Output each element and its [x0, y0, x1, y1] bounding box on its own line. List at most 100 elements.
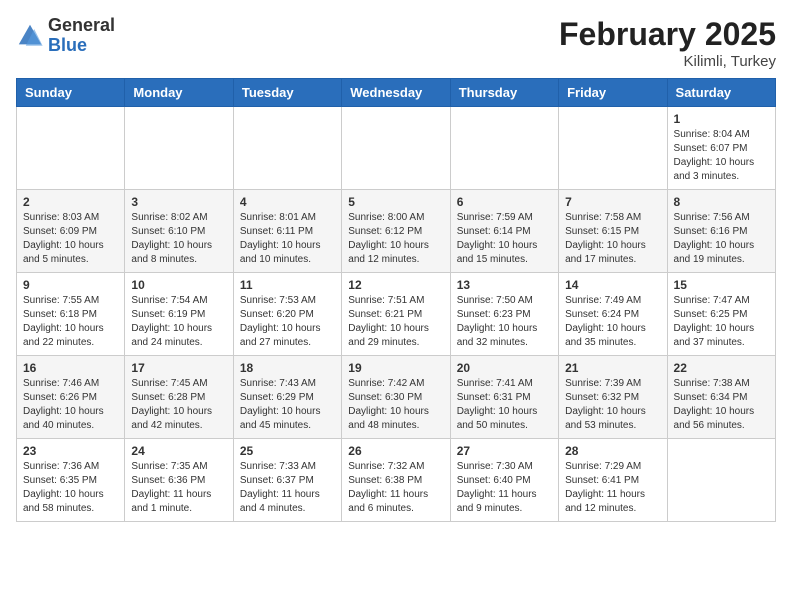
- weekday-header-thursday: Thursday: [450, 79, 558, 107]
- day-info: Sunrise: 8:03 AM Sunset: 6:09 PM Dayligh…: [23, 211, 118, 267]
- day-info: Sunrise: 8:01 AM Sunset: 6:11 PM Dayligh…: [240, 211, 335, 267]
- calendar-cell: [450, 107, 558, 190]
- day-info: Sunrise: 7:43 AM Sunset: 6:29 PM Dayligh…: [240, 377, 335, 433]
- day-info: Sunrise: 7:47 AM Sunset: 6:25 PM Dayligh…: [674, 294, 769, 350]
- day-info: Sunrise: 7:41 AM Sunset: 6:31 PM Dayligh…: [457, 377, 552, 433]
- day-info: Sunrise: 8:02 AM Sunset: 6:10 PM Dayligh…: [131, 211, 226, 267]
- calendar-cell: 18 Sunrise: 7:43 AM Sunset: 6:29 PM Dayli…: [233, 356, 341, 439]
- logo-general: General: [48, 15, 115, 35]
- calendar-table: SundayMondayTuesdayWednesdayThursdayFrid…: [16, 78, 776, 522]
- calendar-cell: 2 Sunrise: 8:03 AM Sunset: 6:09 PM Daylig…: [17, 190, 125, 273]
- day-number: 27: [457, 444, 552, 458]
- day-number: 20: [457, 361, 552, 375]
- day-info: Sunrise: 7:29 AM Sunset: 6:41 PM Dayligh…: [565, 460, 660, 516]
- calendar-cell: 15 Sunrise: 7:47 AM Sunset: 6:25 PM Dayli…: [667, 273, 775, 356]
- calendar-cell: 20 Sunrise: 7:41 AM Sunset: 6:31 PM Dayli…: [450, 356, 558, 439]
- day-info: Sunrise: 7:42 AM Sunset: 6:30 PM Dayligh…: [348, 377, 443, 433]
- day-number: 22: [674, 361, 769, 375]
- day-info: Sunrise: 8:00 AM Sunset: 6:12 PM Dayligh…: [348, 211, 443, 267]
- day-info: Sunrise: 7:59 AM Sunset: 6:14 PM Dayligh…: [457, 211, 552, 267]
- calendar-cell: 8 Sunrise: 7:56 AM Sunset: 6:16 PM Daylig…: [667, 190, 775, 273]
- week-row-3: 9 Sunrise: 7:55 AM Sunset: 6:18 PM Daylig…: [17, 273, 776, 356]
- day-number: 5: [348, 195, 443, 209]
- weekday-header-tuesday: Tuesday: [233, 79, 341, 107]
- weekday-header-monday: Monday: [125, 79, 233, 107]
- weekday-header-saturday: Saturday: [667, 79, 775, 107]
- weekday-header-row: SundayMondayTuesdayWednesdayThursdayFrid…: [17, 79, 776, 107]
- title-block: February 2025 Kilimli, Turkey: [559, 16, 776, 70]
- day-number: 16: [23, 361, 118, 375]
- day-info: Sunrise: 7:30 AM Sunset: 6:40 PM Dayligh…: [457, 460, 552, 516]
- day-number: 13: [457, 278, 552, 292]
- day-number: 19: [348, 361, 443, 375]
- calendar-cell: 24 Sunrise: 7:35 AM Sunset: 6:36 PM Dayli…: [125, 439, 233, 522]
- week-row-4: 16 Sunrise: 7:46 AM Sunset: 6:26 PM Dayli…: [17, 356, 776, 439]
- day-info: Sunrise: 7:39 AM Sunset: 6:32 PM Dayligh…: [565, 377, 660, 433]
- day-number: 28: [565, 444, 660, 458]
- day-number: 15: [674, 278, 769, 292]
- day-number: 11: [240, 278, 335, 292]
- calendar-cell: 6 Sunrise: 7:59 AM Sunset: 6:14 PM Daylig…: [450, 190, 558, 273]
- day-number: 8: [674, 195, 769, 209]
- calendar-cell: 25Sunrise: 7:33 AM Sunset: 6:37 PM Dayli…: [233, 439, 341, 522]
- calendar-cell: [17, 107, 125, 190]
- calendar-cell: [125, 107, 233, 190]
- calendar-cell: [667, 439, 775, 522]
- calendar-cell: 11 Sunrise: 7:53 AM Sunset: 6:20 PM Dayli…: [233, 273, 341, 356]
- logo-text: General Blue: [48, 16, 115, 56]
- day-number: 23: [23, 444, 118, 458]
- day-number: 6: [457, 195, 552, 209]
- calendar-cell: 14Sunrise: 7:49 AM Sunset: 6:24 PM Dayli…: [559, 273, 667, 356]
- logo: General Blue: [16, 16, 115, 56]
- calendar-cell: [342, 107, 450, 190]
- day-info: Sunrise: 7:32 AM Sunset: 6:38 PM Dayligh…: [348, 460, 443, 516]
- day-number: 25: [240, 444, 335, 458]
- day-number: 17: [131, 361, 226, 375]
- week-row-5: 23 Sunrise: 7:36 AM Sunset: 6:35 PM Dayli…: [17, 439, 776, 522]
- day-info: Sunrise: 7:36 AM Sunset: 6:35 PM Dayligh…: [23, 460, 118, 516]
- month-year-title: February 2025: [559, 16, 776, 53]
- day-info: Sunrise: 7:58 AM Sunset: 6:15 PM Dayligh…: [565, 211, 660, 267]
- day-info: Sunrise: 7:38 AM Sunset: 6:34 PM Dayligh…: [674, 377, 769, 433]
- day-number: 9: [23, 278, 118, 292]
- logo-icon: [16, 22, 44, 50]
- day-number: 24: [131, 444, 226, 458]
- day-number: 4: [240, 195, 335, 209]
- day-info: Sunrise: 7:56 AM Sunset: 6:16 PM Dayligh…: [674, 211, 769, 267]
- day-info: Sunrise: 7:49 AM Sunset: 6:24 PM Dayligh…: [565, 294, 660, 350]
- week-row-2: 2 Sunrise: 8:03 AM Sunset: 6:09 PM Daylig…: [17, 190, 776, 273]
- weekday-header-wednesday: Wednesday: [342, 79, 450, 107]
- calendar-cell: 5 Sunrise: 8:00 AM Sunset: 6:12 PM Daylig…: [342, 190, 450, 273]
- day-info: Sunrise: 7:46 AM Sunset: 6:26 PM Dayligh…: [23, 377, 118, 433]
- day-info: Sunrise: 7:53 AM Sunset: 6:20 PM Dayligh…: [240, 294, 335, 350]
- day-number: 3: [131, 195, 226, 209]
- day-info: Sunrise: 7:35 AM Sunset: 6:36 PM Dayligh…: [131, 460, 226, 516]
- calendar-cell: 22 Sunrise: 7:38 AM Sunset: 6:34 PM Dayli…: [667, 356, 775, 439]
- calendar-cell: 19 Sunrise: 7:42 AM Sunset: 6:30 PM Dayli…: [342, 356, 450, 439]
- calendar-cell: 28 Sunrise: 7:29 AM Sunset: 6:41 PM Dayli…: [559, 439, 667, 522]
- day-number: 26: [348, 444, 443, 458]
- calendar-cell: 21Sunrise: 7:39 AM Sunset: 6:32 PM Dayli…: [559, 356, 667, 439]
- day-number: 18: [240, 361, 335, 375]
- calendar-cell: 17 Sunrise: 7:45 AM Sunset: 6:28 PM Dayli…: [125, 356, 233, 439]
- calendar-cell: 10Sunrise: 7:54 AM Sunset: 6:19 PM Dayli…: [125, 273, 233, 356]
- calendar-cell: 3 Sunrise: 8:02 AM Sunset: 6:10 PM Daylig…: [125, 190, 233, 273]
- calendar-cell: 26 Sunrise: 7:32 AM Sunset: 6:38 PM Dayli…: [342, 439, 450, 522]
- day-info: Sunrise: 7:50 AM Sunset: 6:23 PM Dayligh…: [457, 294, 552, 350]
- day-info: Sunrise: 8:04 AM Sunset: 6:07 PM Dayligh…: [674, 128, 769, 184]
- day-info: Sunrise: 7:55 AM Sunset: 6:18 PM Dayligh…: [23, 294, 118, 350]
- day-info: Sunrise: 7:45 AM Sunset: 6:28 PM Dayligh…: [131, 377, 226, 433]
- day-number: 2: [23, 195, 118, 209]
- calendar-cell: 7Sunrise: 7:58 AM Sunset: 6:15 PM Daylig…: [559, 190, 667, 273]
- day-number: 10: [131, 278, 226, 292]
- calendar-cell: 4 Sunrise: 8:01 AM Sunset: 6:11 PM Daylig…: [233, 190, 341, 273]
- weekday-header-friday: Friday: [559, 79, 667, 107]
- calendar-cell: 1Sunrise: 8:04 AM Sunset: 6:07 PM Daylig…: [667, 107, 775, 190]
- weekday-header-sunday: Sunday: [17, 79, 125, 107]
- day-info: Sunrise: 7:51 AM Sunset: 6:21 PM Dayligh…: [348, 294, 443, 350]
- location-subtitle: Kilimli, Turkey: [559, 53, 776, 70]
- week-row-1: 1Sunrise: 8:04 AM Sunset: 6:07 PM Daylig…: [17, 107, 776, 190]
- logo-blue: Blue: [48, 35, 87, 55]
- calendar-cell: 23 Sunrise: 7:36 AM Sunset: 6:35 PM Dayli…: [17, 439, 125, 522]
- calendar-cell: [559, 107, 667, 190]
